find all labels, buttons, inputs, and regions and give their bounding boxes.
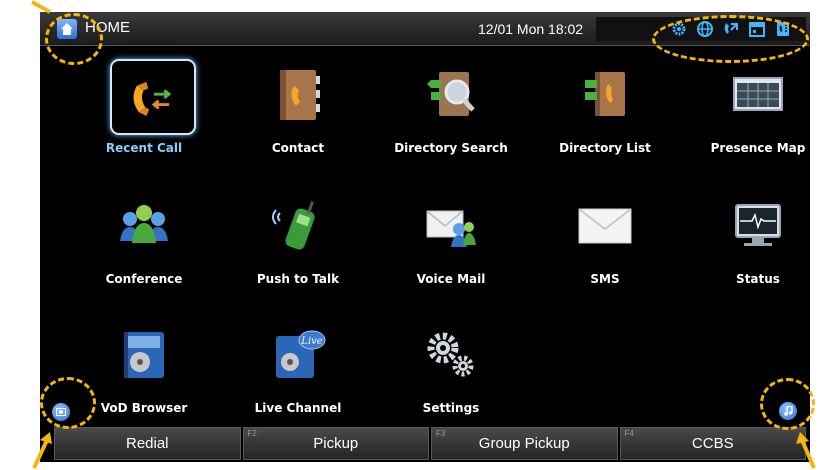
fkey-number: F4	[624, 429, 634, 438]
app-push-to-talk[interactable]: Push to Talk	[223, 197, 373, 307]
app-label: Conference	[105, 272, 183, 286]
app-label: Presence Map	[710, 141, 806, 155]
annotation-arrow-bottom-left	[32, 432, 52, 469]
fkey-label: CCBS	[691, 435, 734, 452]
fkey-label: Redial	[125, 435, 169, 452]
app-recent-call[interactable]: Recent Call	[69, 59, 219, 176]
annotation-arrow-top	[31, 0, 51, 14]
voice-mail-icon	[426, 210, 476, 247]
fkey-label: Group Pickup	[478, 435, 570, 452]
settings-gears-icon	[427, 332, 474, 377]
push-to-talk-icon	[272, 201, 315, 250]
fkey-ccbs[interactable]: F4 CCBS	[619, 427, 806, 460]
app-label: Push to Talk	[256, 272, 340, 286]
app-label: Voice Mail	[416, 272, 486, 286]
contact-book-icon	[280, 70, 320, 120]
app-conference[interactable]: Conference	[69, 197, 219, 307]
date-time: 12/01 Mon 18:02	[478, 21, 584, 37]
app-presence-map[interactable]: Presence Map	[683, 66, 810, 176]
directory-list-icon	[585, 72, 625, 116]
app-label: SMS	[590, 272, 620, 286]
app-voice-mail[interactable]: Voice Mail	[376, 197, 526, 307]
app-label: Status	[736, 272, 780, 286]
presence-map-icon	[733, 77, 783, 111]
annotation-circle-screen-button	[40, 377, 96, 429]
app-label: Directory Search	[394, 141, 508, 155]
fkey-group-pickup[interactable]: F3 Group Pickup	[431, 427, 618, 460]
function-key-bar: Redial F2 Pickup F3 Group Pickup F4 CCBS	[54, 427, 806, 460]
app-vod-browser[interactable]: VoD Browser	[69, 326, 219, 436]
app-contact[interactable]: Contact	[223, 66, 373, 176]
fkey-number: F3	[436, 429, 446, 438]
vod-film-icon	[124, 332, 164, 378]
status-monitor-icon	[735, 204, 781, 246]
app-directory-search[interactable]: Directory Search	[376, 66, 526, 176]
annotation-circle-music-button	[760, 378, 815, 430]
app-label: Directory List	[559, 141, 651, 155]
svg-text:Live: Live	[300, 336, 322, 347]
fkey-redial[interactable]: Redial	[54, 427, 241, 460]
fkey-pickup[interactable]: F2 Pickup	[242, 427, 429, 460]
live-channel-icon: Live	[276, 330, 326, 378]
annotation-arrow-bottom-right	[796, 432, 816, 469]
device-screen: HOME 12/01 Mon 18:02 Recent Call Contact…	[40, 12, 810, 462]
app-label: Settings	[422, 401, 480, 415]
app-settings[interactable]: Settings	[376, 326, 526, 436]
app-status[interactable]: Status	[683, 197, 810, 307]
app-sms[interactable]: SMS	[530, 197, 680, 307]
fkey-number: F2	[247, 429, 257, 438]
fkey-label: Pickup	[313, 435, 359, 452]
annotation-circle-home	[45, 13, 103, 65]
app-live-channel[interactable]: Live Live Channel	[223, 326, 373, 436]
sms-envelope-icon	[578, 208, 632, 244]
conference-icon	[120, 205, 168, 243]
recent-call-icon	[110, 59, 196, 135]
app-label: Recent Call	[105, 141, 183, 155]
app-directory-list[interactable]: Directory List	[530, 66, 680, 176]
directory-search-icon	[427, 72, 475, 116]
app-label: Contact	[271, 141, 325, 155]
app-label: Live Channel	[254, 401, 342, 415]
annotation-circle-status-icons	[652, 15, 809, 63]
